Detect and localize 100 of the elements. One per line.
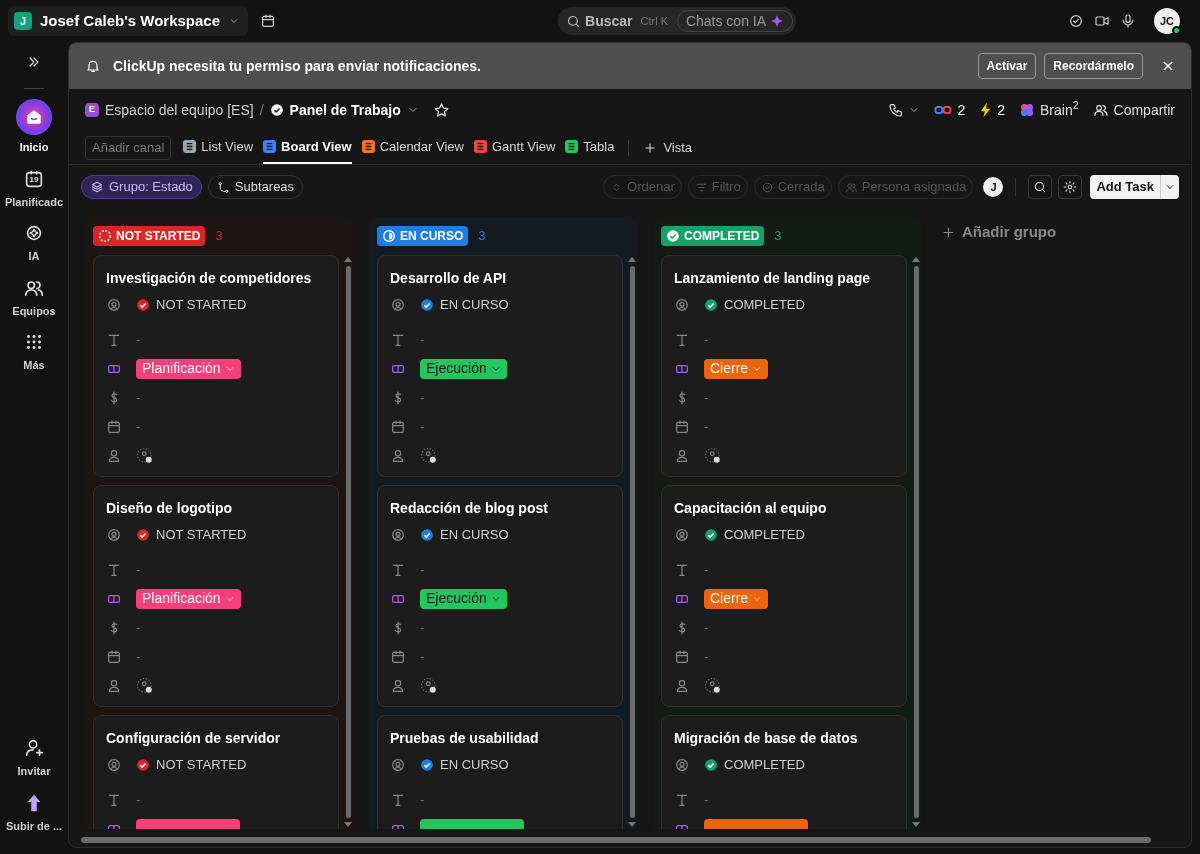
task-card[interactable]: Configuración de servidor NOT STARTED - [93, 715, 339, 829]
agents-button[interactable]: 2 [934, 99, 966, 121]
space-avatar: E [85, 103, 99, 117]
add-user-icon [23, 737, 45, 759]
view-tab[interactable]: List View [183, 131, 254, 164]
workspace-switcher[interactable]: J Josef Caleb's Workspace [8, 6, 249, 36]
calendar-icon [361, 140, 375, 153]
task-card[interactable]: Lanzamiento de landing page COMPLETED - Cierre - - [661, 255, 907, 477]
search-icon [1033, 180, 1048, 194]
task-title: Capacitación al equipo [674, 499, 828, 518]
check-circle-icon [136, 297, 150, 312]
add-assignee-icon[interactable] [420, 446, 438, 465]
status-field-icon [674, 526, 690, 543]
tag-dropdown[interactable]: Planificación [136, 358, 241, 379]
calendar-icon [674, 418, 690, 435]
check-circle-icon [420, 527, 434, 542]
status-badge: COMPLETED [661, 226, 765, 246]
add-assignee-icon[interactable] [704, 676, 722, 695]
task-card[interactable]: Pruebas de usabilidad EN CURSO - [377, 715, 623, 829]
banner-button[interactable]: Recordármelo [1044, 53, 1143, 79]
add-assignee-icon[interactable] [136, 676, 154, 695]
task-card[interactable]: Diseño de logotipo NOT STARTED - Planificación - - [93, 485, 339, 707]
workspace-avatar: J [14, 12, 32, 30]
settings-button[interactable] [1058, 175, 1083, 199]
task-status[interactable]: NOT STARTED [136, 754, 247, 775]
sidebar-item[interactable]: Inicio [1, 99, 67, 156]
task-status[interactable]: COMPLETED [704, 524, 805, 545]
banner-button[interactable]: Activar [977, 53, 1037, 79]
add-group-button[interactable]: Añadir grupo [941, 221, 1057, 244]
check-circle-icon [760, 180, 774, 194]
close-icon[interactable] [1161, 59, 1175, 73]
field-value: - [136, 618, 141, 637]
sidebar-item[interactable]: Más [1, 331, 67, 374]
plus-icon [643, 140, 658, 155]
task-card[interactable]: Migración de base de datos COMPLETED - [661, 715, 907, 829]
task-status[interactable]: EN CURSO [420, 294, 509, 315]
add-assignee-icon[interactable] [420, 676, 438, 695]
task-status[interactable]: COMPLETED [704, 754, 805, 775]
brain-button[interactable]: Brain$^{2}$ [1019, 99, 1079, 121]
task-count: 3 [478, 227, 486, 246]
add-assignee-icon[interactable] [704, 446, 722, 465]
sidebar-item[interactable]: Subir de ... [1, 791, 67, 834]
star-icon [432, 101, 450, 119]
status-badge: NOT STARTED [93, 226, 206, 246]
field-value: - [420, 330, 425, 349]
settings-icon [1063, 180, 1078, 194]
sidebar-item[interactable]: Equipos [1, 276, 67, 319]
view-tab[interactable]: Board View [263, 131, 352, 164]
page-title[interactable]: Panel de Trabajo [289, 99, 401, 121]
add-assignee-icon[interactable] [136, 446, 154, 465]
field-value: - [420, 560, 425, 579]
share-button[interactable]: Compartir [1092, 99, 1175, 121]
status-field-icon [674, 296, 690, 313]
task-status[interactable]: EN CURSO [420, 524, 509, 545]
group-by-button[interactable]: Grupo: Estado [81, 175, 202, 199]
field-value: - [136, 647, 141, 666]
task-title: Pruebas de usabilidad [390, 729, 540, 748]
view-tab[interactable]: Calendar View [361, 131, 464, 164]
status-field-icon [390, 756, 406, 773]
video-icon [1094, 13, 1110, 29]
user-avatar[interactable]: JC [1154, 8, 1180, 34]
tag-dropdown[interactable]: Ejecución [420, 588, 507, 609]
add-view-button[interactable]: Vista [643, 137, 693, 158]
view-tab[interactable]: Gantt View [473, 131, 556, 164]
field-value: - [420, 647, 425, 666]
field-value: - [420, 618, 425, 637]
field-value: - [420, 790, 425, 809]
check-circle-icon [269, 103, 284, 117]
tag-dropdown[interactable]: Ejecución [420, 358, 507, 379]
task-status[interactable]: COMPLETED [704, 294, 805, 315]
sidebar-item[interactable]: Invitar [1, 737, 67, 780]
add-channel-button[interactable]: Añadir canal [85, 135, 172, 160]
person-icon [674, 677, 690, 694]
horizontal-scrollbar[interactable] [81, 837, 1151, 843]
task-status[interactable]: NOT STARTED [136, 294, 247, 315]
search-bar[interactable]: Buscar Ctrl K Chats con IA [558, 7, 797, 35]
automations-button[interactable]: 2 [979, 99, 1005, 121]
sidebar-item[interactable]: 19 Planificadc [1, 167, 67, 210]
task-card[interactable]: Capacitación al equipo COMPLETED - Cierre - - [661, 485, 907, 707]
view-tab[interactable]: Tabla [565, 131, 615, 164]
dashed-circle-icon [98, 229, 112, 243]
task-card[interactable]: Redacción de blog post EN CURSO - Ejecución - - [377, 485, 623, 707]
task-title: Configuración de servidor [106, 729, 282, 748]
task-card[interactable]: Desarrollo de API EN CURSO - Ejecución - - [377, 255, 623, 477]
assignee-avatar[interactable]: J [983, 177, 1004, 197]
task-status[interactable]: NOT STARTED [136, 524, 247, 545]
search-button[interactable] [1028, 175, 1053, 199]
breadcrumb-link[interactable]: Espacio del equipo [ES] [105, 99, 254, 121]
field-value: - [420, 417, 425, 436]
field-value: - [704, 560, 709, 579]
sidebar-item[interactable]: IA [1, 222, 67, 265]
phone-icon [888, 102, 905, 118]
board-icon [263, 140, 277, 153]
shortcut-hint: Ctrl K [640, 13, 668, 29]
task-card[interactable]: Investigación de competidores NOT STARTED - Planificación - - [93, 255, 339, 477]
tag-dropdown[interactable]: Planificación [136, 588, 241, 609]
search-icon [566, 13, 582, 29]
status-field-icon [106, 526, 122, 543]
task-check-icon [1068, 13, 1084, 29]
task-status[interactable]: EN CURSO [420, 754, 509, 775]
